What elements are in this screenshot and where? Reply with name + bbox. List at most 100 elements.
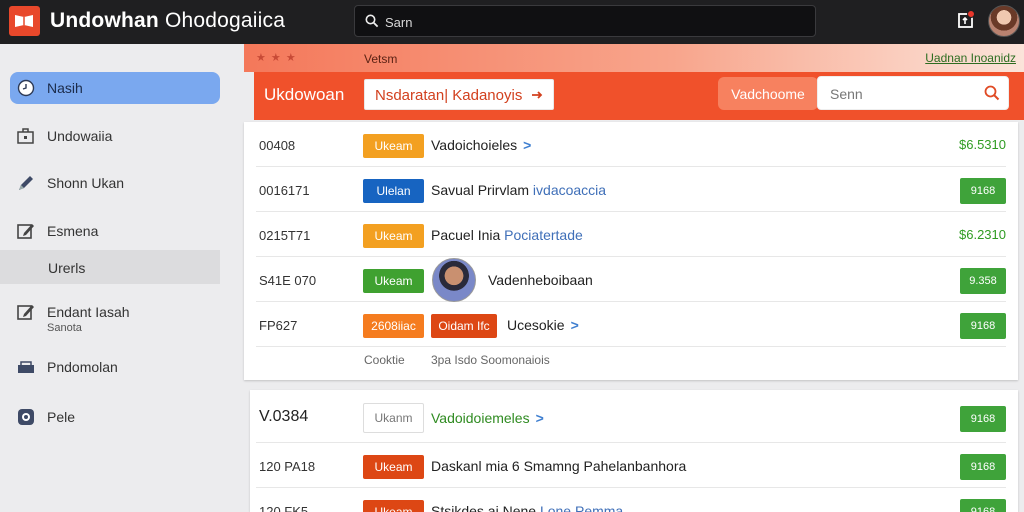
search-icon xyxy=(365,14,379,28)
row-description[interactable]: Daskanl mia 6 Smamng Pahelanbanhora xyxy=(431,458,686,474)
avatar xyxy=(432,258,476,302)
row-description[interactable]: Pacuel Inia Pociatertade xyxy=(431,227,583,243)
row-description-text: Pacuel Inia xyxy=(431,227,501,243)
sidebar-item-label: Nasih xyxy=(47,80,83,96)
sidebar-item-pndomolan[interactable]: Pndomolan xyxy=(10,351,220,383)
row-id: FP627 xyxy=(259,318,298,333)
row-price: 9168 xyxy=(960,454,1006,480)
status-badge: Ukeam xyxy=(363,455,424,479)
row-description[interactable]: Ucesokie > xyxy=(507,317,579,333)
chevron-right-icon: > xyxy=(535,410,544,426)
sidebar-item-urerls[interactable]: Urerls xyxy=(0,250,220,284)
search-icon[interactable] xyxy=(984,85,1000,101)
briefcase-icon xyxy=(17,128,34,144)
panel-search[interactable] xyxy=(817,76,1009,110)
table-row[interactable]: 0016171 Ulelan Savual Prirvlam ivdacoacc… xyxy=(256,167,1006,212)
row-price: 9168 xyxy=(960,406,1006,432)
table-row[interactable]: FP627 2608iiac Oidam Ifc Ucesokie > 9168 xyxy=(256,302,1006,347)
sidebar-item-shonn-ukan[interactable]: Shonn Ukan xyxy=(10,167,220,199)
sidebar-item-nasih[interactable]: Nasih xyxy=(10,72,220,104)
row-description[interactable]: Vadoidoiemeles > xyxy=(431,410,544,426)
breadcrumb[interactable]: Vetsm xyxy=(364,52,397,66)
row-price: $6.5310 xyxy=(959,137,1006,152)
status-badge: Ukeam xyxy=(363,134,424,158)
arrow-right-icon xyxy=(532,91,543,99)
filter-button[interactable]: Vadchoome xyxy=(718,77,818,110)
notification-dot xyxy=(967,10,975,18)
row-description-text: Vadoichoieles xyxy=(431,137,518,153)
edit-icon xyxy=(17,305,34,320)
chevron-right-icon: > xyxy=(570,317,579,333)
panel-header: Ukdowoan Nsdaratan| Kadanoyis Vadchoome xyxy=(254,72,1024,120)
row-description-link[interactable]: Pociatertade xyxy=(504,227,583,243)
row-description-link[interactable]: ivdacoaccia xyxy=(533,182,606,198)
category-select-value: Nsdaratan| Kadanoyis xyxy=(375,87,523,104)
row-id: 0215T71 xyxy=(259,228,311,243)
status-badge: 2608iiac xyxy=(363,314,424,338)
table-row[interactable]: S41E 070 Ukeam Vadenheboibaan 9.358 xyxy=(256,257,1006,302)
app-logo[interactable] xyxy=(9,6,40,36)
row-description-text: Savual Prirvlam xyxy=(431,182,530,198)
row-description-text: Vadoidoiemeles xyxy=(431,410,530,426)
row-price: $6.2310 xyxy=(959,227,1006,242)
sidebar-item-label: Esmena xyxy=(47,223,99,239)
status-badge: Ukeam xyxy=(363,269,424,293)
main-content: ★ ★ ★ Vetsm Uadnan Inoanidz Ukdowoan Nsd… xyxy=(244,44,1024,512)
sidebar-item-label: Pndomolan xyxy=(47,359,118,375)
panel-search-input[interactable] xyxy=(830,85,970,103)
table-row[interactable]: 00408 Ukeam Vadoichoieles > $6.5310 xyxy=(256,122,1006,167)
row-id: 0016171 xyxy=(259,183,310,198)
category-select[interactable]: Nsdaratan| Kadanoyis xyxy=(364,79,554,110)
row-id: S41E 070 xyxy=(259,273,317,288)
table-row[interactable]: 120 PA18 Ukeam Daskanl mia 6 Smamng Pahe… xyxy=(256,443,1006,488)
sidebar-item-undowaiia[interactable]: Undowaiia xyxy=(10,120,220,152)
row-description[interactable]: Stsikdes ai Nene Lone Pemma xyxy=(431,503,623,512)
table-row[interactable]: 120 FK5 Ukeam Stsikdes ai Nene Lone Pemm… xyxy=(256,488,1006,512)
chevron-right-icon: > xyxy=(523,137,532,153)
status-badge-secondary: Oidam Ifc xyxy=(431,314,497,338)
row-description[interactable]: Vadenheboibaan xyxy=(488,272,593,288)
pen-icon xyxy=(19,176,33,190)
sidebar-item-pele[interactable]: Pele xyxy=(10,401,220,433)
tray-icon xyxy=(18,361,34,373)
shield-icon xyxy=(18,409,34,425)
row-id: 00408 xyxy=(259,138,296,153)
row-description-link[interactable]: Lone Pemma xyxy=(540,503,623,512)
user-avatar[interactable] xyxy=(988,5,1020,37)
status-badge: Ukeam xyxy=(363,500,424,512)
header-link[interactable]: Uadnan Inoanidz xyxy=(925,51,1016,65)
rating-stars: ★ ★ ★ xyxy=(256,52,297,64)
status-badge: Ukanm xyxy=(363,403,424,433)
row-price: 9168 xyxy=(960,499,1006,512)
row-description-text: Stsikdes ai Nene xyxy=(431,503,537,512)
row-description[interactable]: Savual Prirvlam ivdacoaccia xyxy=(431,182,606,198)
row-price: 9168 xyxy=(960,178,1006,204)
global-search-input[interactable] xyxy=(385,12,785,32)
orders-card: 00408 Ukeam Vadoichoieles > $6.5310 00161… xyxy=(244,122,1018,380)
table-row[interactable]: 0215T71 Ukeam Pacuel Inia Pociatertade $… xyxy=(256,212,1006,257)
sidebar: Nasih Undowaiia Shonn Ukan Esmena Urerls… xyxy=(0,44,243,512)
sidebar-item-label: Pele xyxy=(47,409,76,425)
status-badge: Ukeam xyxy=(363,224,424,248)
row-id: 120 PA18 xyxy=(259,459,316,474)
row-description-text: Ucesokie xyxy=(507,317,565,333)
row-price: 9.358 xyxy=(960,268,1006,294)
status-badge: Ulelan xyxy=(363,179,424,203)
notification-button[interactable] xyxy=(956,10,978,32)
row-description[interactable]: Vadoichoieles > xyxy=(431,137,531,153)
table-footnote: Cooktie 3pa Isdo Soomonaiois xyxy=(256,347,1006,372)
sidebar-item-label: Shonn Ukan xyxy=(47,175,125,191)
top-bar: Undowhan Ohodogaiica xyxy=(0,0,1024,44)
app-title: Undowhan Ohodogaiica xyxy=(50,9,285,33)
edit-icon xyxy=(17,224,34,239)
clock-icon xyxy=(17,79,35,97)
breadcrumb-bar: ★ ★ ★ Vetsm Uadnan Inoanidz xyxy=(244,44,1024,72)
sidebar-item-esmena[interactable]: Esmena xyxy=(10,215,220,247)
panel-title: Ukdowoan xyxy=(264,85,345,104)
table-row[interactable]: V.0384 Ukanm Vadoidoiemeles > 9168 xyxy=(256,393,1006,443)
footnote-left: Cooktie xyxy=(364,353,405,367)
sidebar-item-label: Urerls xyxy=(48,260,86,276)
global-search[interactable] xyxy=(354,5,816,37)
orders-card-secondary: V.0384 Ukanm Vadoidoiemeles > 9168 120 PA… xyxy=(250,390,1018,512)
sidebar-item-endant-iasah[interactable]: Endant Iasah Sanota xyxy=(10,296,220,338)
